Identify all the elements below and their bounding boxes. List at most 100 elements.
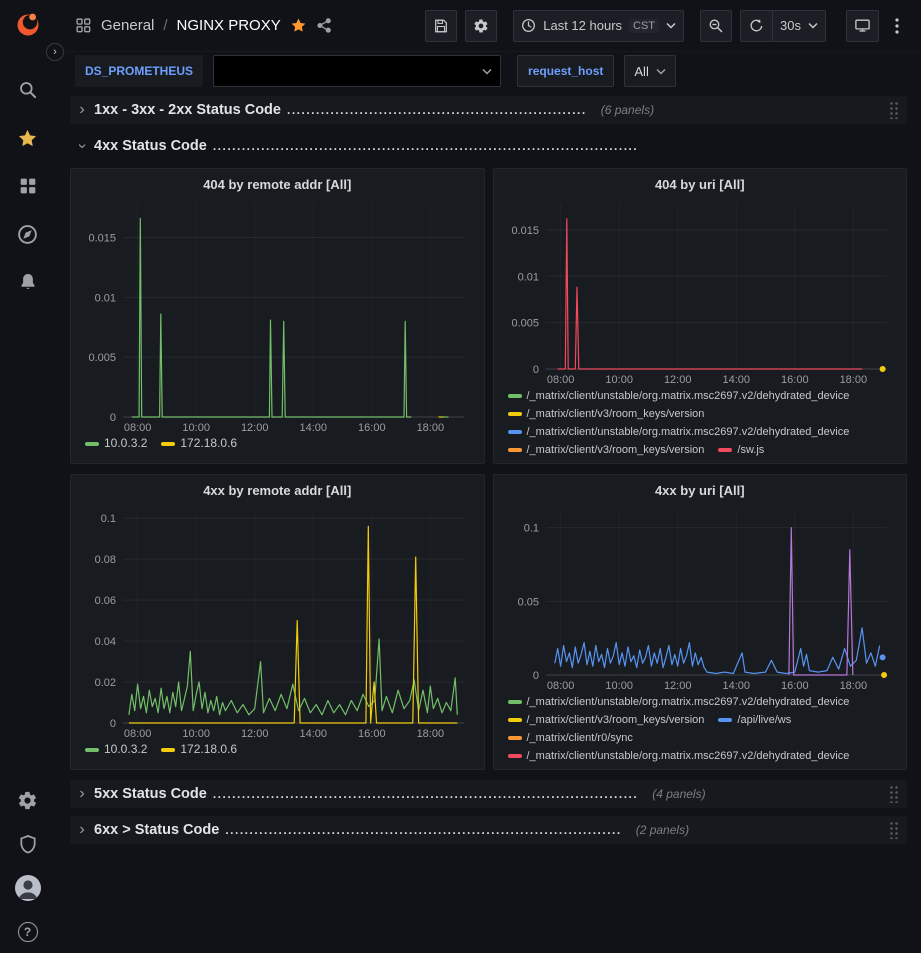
legend-label: /api/live/ws: [737, 712, 791, 729]
time-range-picker[interactable]: Last 12 hours CST: [513, 10, 684, 42]
legend-item[interactable]: 10.0.3.2: [85, 741, 147, 758]
help-icon: ?: [18, 922, 38, 942]
sidebar-item-explore[interactable]: [0, 223, 55, 245]
chevron-right-icon: ›: [76, 102, 88, 118]
kebab-menu-button[interactable]: [887, 10, 907, 42]
legend-item[interactable]: /_matrix/client/v3/room_keys/version: [508, 406, 705, 423]
row-drag-handle[interactable]: [889, 785, 899, 803]
svg-text:0.04: 0.04: [95, 636, 116, 648]
svg-text:12:00: 12:00: [241, 728, 269, 740]
row-title-dots: ........................................…: [287, 103, 587, 117]
dashboard-content: › 1xx - 3xx - 2xx Status Code ..........…: [55, 90, 921, 953]
sidebar-expand-button[interactable]: ›: [46, 43, 64, 61]
svg-text:08:00: 08:00: [546, 374, 574, 386]
panel-legend: /_matrix/client/unstable/org.matrix.msc2…: [502, 694, 899, 763]
legend-item[interactable]: /_matrix/client/unstable/org.matrix.msc2…: [508, 694, 850, 711]
row-5xx[interactable]: › 5xx Status Code ......................…: [70, 780, 907, 808]
panel-title[interactable]: 404 by uri [All]: [502, 173, 899, 196]
legend-label: /_matrix/client/unstable/org.matrix.msc2…: [527, 388, 850, 405]
legend-item[interactable]: /_matrix/client/unstable/org.matrix.msc2…: [508, 748, 850, 763]
legend-label: /_matrix/client/v3/room_keys/version: [527, 712, 705, 729]
legend-swatch: [508, 448, 522, 452]
legend-label: /_matrix/client/unstable/org.matrix.msc2…: [527, 748, 850, 763]
breadcrumb-folder[interactable]: General: [101, 17, 154, 34]
refresh-interval-dropdown[interactable]: 30s: [772, 10, 826, 42]
favorite-star-icon[interactable]: [290, 17, 307, 34]
sidebar-item-configuration[interactable]: [0, 789, 55, 811]
timeseries-plot[interactable]: 08:0010:0012:0014:0016:0018:0000.0050.01…: [502, 196, 899, 388]
legend-item[interactable]: /api/live/ws: [718, 712, 791, 729]
svg-text:14:00: 14:00: [299, 422, 327, 434]
sidebar-item-search[interactable]: [0, 79, 55, 101]
panel-grid-row-2: 4xx by remote addr [All] 08:0010:0012:00…: [70, 474, 907, 770]
sidebar-item-help[interactable]: ?: [0, 921, 55, 943]
legend-swatch: [508, 754, 522, 758]
legend-item[interactable]: /_matrix/client/r0/sync: [508, 730, 633, 747]
svg-text:08:00: 08:00: [124, 422, 152, 434]
legend-label: 10.0.3.2: [104, 435, 147, 452]
svg-text:0.01: 0.01: [95, 292, 116, 304]
shield-icon: [18, 834, 38, 854]
row-panel-count: (6 panels): [601, 103, 654, 117]
sidebar-item-alerting[interactable]: [0, 271, 55, 293]
legend-label: 172.18.0.6: [180, 741, 237, 758]
svg-text:10:00: 10:00: [605, 680, 633, 692]
zoom-out-button[interactable]: [700, 10, 732, 42]
timeseries-plot[interactable]: 08:0010:0012:0014:0016:0018:0000.0050.01…: [79, 196, 476, 435]
row-drag-handle[interactable]: [889, 101, 899, 119]
legend-label: /_matrix/client/unstable/org.matrix.msc2…: [527, 694, 850, 711]
row-6xx[interactable]: › 6xx > Status Code ....................…: [70, 816, 907, 844]
svg-text:12:00: 12:00: [663, 374, 691, 386]
legend-item[interactable]: /_matrix/client/v3/room_keys/version: [508, 712, 705, 729]
svg-text:10:00: 10:00: [182, 422, 210, 434]
row-4xx[interactable]: › 4xx Status Code ......................…: [70, 132, 907, 160]
breadcrumb-separator: /: [163, 17, 167, 34]
time-range-label: Last 12 hours: [543, 18, 622, 33]
row-1xx-3xx-2xx[interactable]: › 1xx - 3xx - 2xx Status Code ..........…: [70, 96, 907, 124]
panel-title[interactable]: 4xx by remote addr [All]: [79, 479, 476, 502]
sidebar-item-starred[interactable]: [0, 127, 55, 149]
breadcrumb-grid-icon[interactable]: [75, 17, 92, 34]
legend-swatch: [508, 412, 522, 416]
share-icon[interactable]: [316, 17, 333, 34]
timezone-badge: CST: [629, 19, 659, 33]
svg-text:0: 0: [110, 412, 116, 424]
legend-item[interactable]: /_matrix/client/unstable/org.matrix.msc2…: [508, 424, 850, 441]
legend-item[interactable]: /_matrix/client/v3/room_keys/version: [508, 442, 705, 457]
sidebar-item-profile[interactable]: [0, 877, 55, 899]
legend-item[interactable]: 10.0.3.2: [85, 435, 147, 452]
panel-legend: 10.0.3.2 172.18.0.6: [79, 741, 476, 763]
legend-label: /_matrix/client/v3/room_keys/version: [527, 406, 705, 423]
legend-item[interactable]: /_matrix/client/unstable/org.matrix.msc2…: [508, 388, 850, 405]
svg-text:0.05: 0.05: [517, 596, 538, 608]
legend-swatch: [85, 748, 99, 752]
variable-select-ds[interactable]: [213, 55, 501, 87]
tv-mode-button[interactable]: [846, 10, 879, 42]
dashboard-title[interactable]: NGINX PROXY: [177, 17, 281, 34]
legend-item[interactable]: /sw.js: [718, 442, 764, 457]
svg-text:10:00: 10:00: [605, 374, 633, 386]
monitor-icon: [854, 17, 871, 34]
variable-select-request-host[interactable]: All: [624, 55, 675, 87]
sidebar-item-dashboards[interactable]: [0, 175, 55, 197]
panel-title[interactable]: 4xx by uri [All]: [502, 479, 899, 502]
legend-swatch: [161, 442, 175, 446]
dashboard-settings-button[interactable]: [465, 10, 497, 42]
svg-text:0.1: 0.1: [101, 513, 116, 525]
svg-text:14:00: 14:00: [722, 680, 750, 692]
panel-404-by-uri: 404 by uri [All] 08:0010:0012:0014:0016:…: [493, 168, 908, 464]
save-dashboard-button[interactable]: [425, 10, 457, 42]
timeseries-plot[interactable]: 08:0010:0012:0014:0016:0018:0000.050.1: [502, 502, 899, 694]
panel-title[interactable]: 404 by remote addr [All]: [79, 173, 476, 196]
svg-text:0: 0: [532, 364, 538, 376]
row-drag-handle[interactable]: [889, 821, 899, 839]
sidebar-item-server-admin[interactable]: [0, 833, 55, 855]
legend-item[interactable]: 172.18.0.6: [161, 435, 237, 452]
refresh-button[interactable]: [740, 10, 772, 42]
grafana-logo[interactable]: [0, 9, 55, 39]
chevron-down-icon: [482, 68, 492, 75]
legend-item[interactable]: 172.18.0.6: [161, 741, 237, 758]
legend-label: /_matrix/client/v3/room_keys/version: [527, 442, 705, 457]
timeseries-plot[interactable]: 08:0010:0012:0014:0016:0018:0000.020.040…: [79, 502, 476, 741]
user-avatar: [15, 875, 41, 901]
